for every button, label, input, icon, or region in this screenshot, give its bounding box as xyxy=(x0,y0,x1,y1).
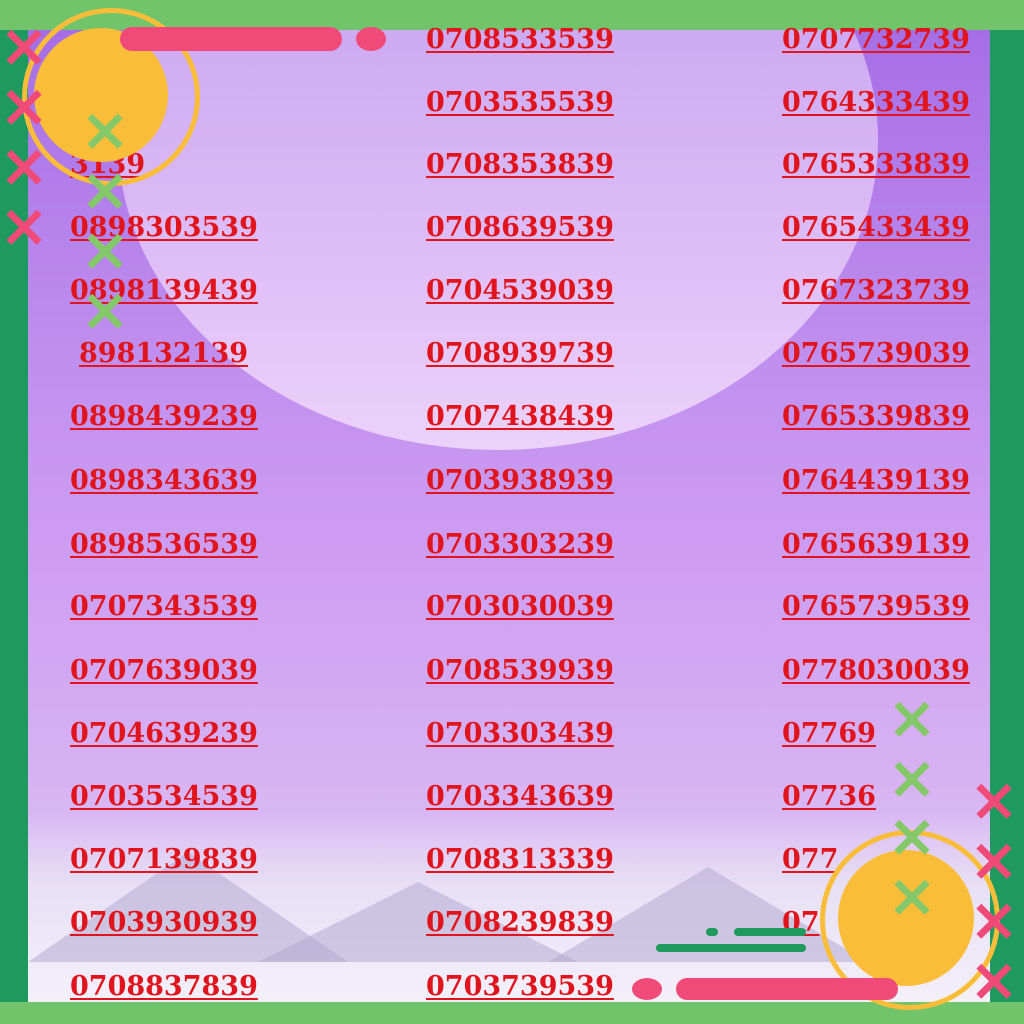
phone-number[interactable]: 0703030039 xyxy=(426,592,614,622)
phone-number[interactable]: 0708533539 xyxy=(426,25,614,55)
pink-bar xyxy=(120,27,342,51)
phone-number[interactable]: 0703930939 xyxy=(70,908,258,938)
phone-number[interactable]: 0765333839 xyxy=(782,150,970,180)
partial-number: 07736 xyxy=(782,781,876,812)
phone-number[interactable]: 0703938939 xyxy=(426,466,614,496)
x-mark-icon: × xyxy=(968,885,1020,955)
phone-number[interactable]: 0765639139 xyxy=(782,530,970,560)
phone-number[interactable]: 0708837839 xyxy=(70,972,258,1002)
phone-number[interactable]: 0708939739 xyxy=(426,339,614,369)
green-dash xyxy=(734,928,806,936)
phone-number[interactable]: 0703303439 xyxy=(426,719,614,749)
x-mark-icon: × xyxy=(79,95,131,165)
phone-number[interactable]: 0898343639 xyxy=(70,466,258,496)
phone-number[interactable]: 0704639239 xyxy=(70,719,258,749)
phone-number[interactable]: 0707639039 xyxy=(70,656,258,686)
phone-number[interactable]: 0707343539 xyxy=(70,592,258,622)
x-mark-icon: × xyxy=(886,801,938,871)
phone-number[interactable]: 0765433439 xyxy=(782,213,970,243)
x-mark-icon: × xyxy=(79,215,131,285)
phone-number[interactable]: 0708353839 xyxy=(426,150,614,180)
pink-bar xyxy=(676,978,898,1000)
phone-number[interactable]: 0703739539 xyxy=(426,972,614,1002)
x-mark-icon: × xyxy=(968,825,1020,895)
phone-number[interactable]: 0707732739 xyxy=(782,25,970,55)
phone-number[interactable]: 0708313339 xyxy=(426,845,614,875)
phone-number[interactable]: 0708539939 xyxy=(426,656,614,686)
phone-number[interactable]: 0765339839 xyxy=(782,402,970,432)
phone-number[interactable]: 0778030039 xyxy=(782,656,970,686)
pink-dot xyxy=(356,27,386,51)
phone-number[interactable]: 0765739539 xyxy=(782,592,970,622)
phone-number[interactable]: 0764333439 xyxy=(782,88,970,118)
phone-number[interactable]: 0765739039 xyxy=(782,339,970,369)
partial-number: 07769 xyxy=(782,718,876,749)
x-mark-icon: × xyxy=(0,71,50,141)
phone-number[interactable]: 0707438439 xyxy=(426,402,614,432)
phone-number[interactable]: 0703343639 xyxy=(426,782,614,812)
phone-number[interactable]: 0708239839 xyxy=(426,908,614,938)
phone-number[interactable]: 0767323739 xyxy=(782,276,970,306)
x-mark-icon: × xyxy=(886,861,938,931)
phone-number[interactable]: 0707139839 xyxy=(70,845,258,875)
phone-number[interactable]: 0703303239 xyxy=(426,530,614,560)
phone-number[interactable]: 0704539039 xyxy=(426,276,614,306)
green-dash xyxy=(706,928,718,936)
phone-number[interactable]: 0898536539 xyxy=(70,530,258,560)
x-mark-icon: × xyxy=(79,155,131,225)
phone-number[interactable]: 0703534539 xyxy=(70,782,258,812)
phone-number[interactable]: 0898439239 xyxy=(70,402,258,432)
phone-number[interactable]: 0703535539 xyxy=(426,88,614,118)
x-mark-icon: × xyxy=(886,683,938,753)
x-mark-icon: × xyxy=(79,275,131,345)
phone-number[interactable]: 0708639539 xyxy=(426,213,614,243)
pink-dot xyxy=(632,978,662,1000)
x-mark-icon: × xyxy=(0,11,50,81)
x-mark-icon: × xyxy=(968,765,1020,835)
green-dash xyxy=(656,944,806,952)
x-mark-icon: × xyxy=(968,945,1020,1015)
x-mark-icon: × xyxy=(886,743,938,813)
x-mark-icon: × xyxy=(0,191,50,261)
phone-number[interactable]: 0764439139 xyxy=(782,466,970,496)
x-mark-icon: × xyxy=(0,131,50,201)
partial-number: 077 xyxy=(782,844,839,875)
